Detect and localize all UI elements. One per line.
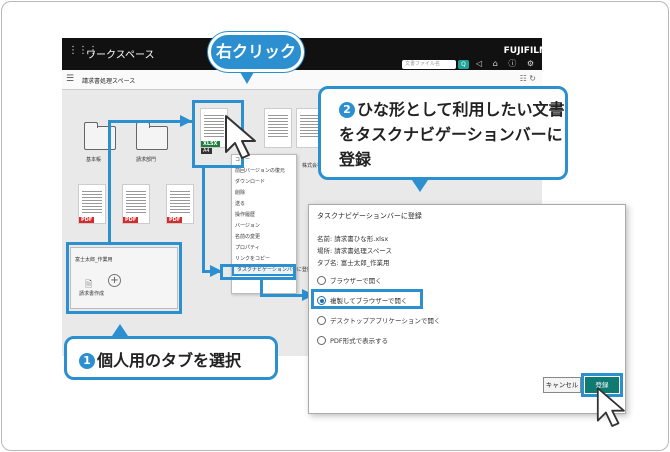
highlight-selected-option — [311, 289, 423, 309]
file-type-badge: PDF — [167, 217, 183, 223]
radio-button[interactable] — [317, 276, 326, 285]
radio-open-desktop[interactable]: デスクトップアプリケーションで開く — [317, 315, 440, 325]
dialog-tab-name: タブ名: 富士太郎_作業用 — [317, 259, 390, 267]
workspace-title: ワークスペース — [86, 50, 155, 61]
search-input[interactable]: 文書ファイル名 — [402, 60, 456, 69]
radio-button[interactable] — [317, 336, 326, 345]
dialog-location: 場所: 請求書処理スペース — [317, 247, 392, 255]
document-thumbnail[interactable]: PDF — [166, 184, 194, 224]
step1-number: 1 — [79, 353, 95, 369]
dialog-title: タスクナビゲーションバーに登録 — [317, 212, 422, 220]
step1-text: 個人用のタブを選択 — [97, 351, 242, 370]
menu-icon[interactable]: ☰ — [66, 74, 74, 84]
radio-label: PDF形式で表示する — [330, 337, 389, 345]
context-menu-item[interactable]: 削除 — [232, 188, 296, 199]
step2-number: 2 — [339, 102, 355, 118]
document-thumbnail[interactable]: PDF — [122, 184, 150, 224]
brand-logo: FUJIFILM — [503, 46, 542, 56]
radio-button[interactable] — [317, 316, 326, 325]
search-button[interactable]: Q — [458, 60, 469, 69]
view-toggle-icon[interactable]: ☷ ↻ — [520, 74, 536, 83]
context-menu-item[interactable]: バージョン — [232, 221, 296, 232]
file-type-badge: PDF — [123, 217, 139, 223]
step2-text: ひな形として利用したい文書をタスクナビゲーションバーに登録 — [339, 100, 565, 169]
folder-icon[interactable] — [136, 122, 168, 150]
document-thumbnail[interactable] — [264, 108, 292, 148]
document-thumbnail[interactable]: PDF — [78, 184, 106, 224]
context-menu-item[interactable]: 操作履歴 — [232, 210, 296, 221]
highlight-personal-tab — [66, 242, 182, 314]
context-menu-item[interactable]: 名前の変更 — [232, 232, 296, 243]
radio-label: デスクトップアプリケーションで開く — [330, 317, 441, 325]
context-menu-item[interactable]: プロパティ — [232, 243, 296, 254]
folder-label: 基本帳 — [86, 157, 102, 163]
illustration-frame: ⋮⋮⋮ ワークスペース FUJIFILM 文書ファイル名 Q ◁ ⌂ ⓘ ⚙ ◎… — [1, 1, 669, 451]
folder-icon[interactable] — [84, 122, 116, 150]
breadcrumb: 請求書処理スペース — [82, 78, 136, 85]
mouse-cursor-icon — [596, 387, 625, 427]
context-menu-item[interactable]: 送る — [232, 199, 296, 210]
file-type-badge: PDF — [79, 217, 95, 223]
radio-open-browser[interactable]: ブラウザーで開く — [317, 275, 382, 285]
right-click-callout: 右クリック — [208, 32, 304, 72]
step1-callout: 1 個人用のタブを選択 — [64, 336, 278, 380]
cancel-button[interactable]: キャンセル — [543, 377, 581, 393]
highlight-menu-item — [220, 264, 296, 280]
register-dialog: タスクナビゲーションバーに登録 名前: 請求書ひな形.xlsx 場所: 請求書処… — [308, 204, 626, 414]
dialog-file-name: 名前: 請求書ひな形.xlsx — [317, 235, 389, 243]
mouse-cursor-icon — [225, 115, 256, 159]
folder-label: 請求部門 — [136, 157, 157, 163]
context-menu-item[interactable]: ダウンロード — [232, 177, 296, 188]
radio-label: ブラウザーで開く — [330, 277, 382, 285]
radio-show-pdf[interactable]: PDF形式で表示する — [317, 335, 388, 345]
step2-callout: 2 ひな形として利用したい文書をタスクナビゲーションバーに登録 — [318, 86, 568, 180]
